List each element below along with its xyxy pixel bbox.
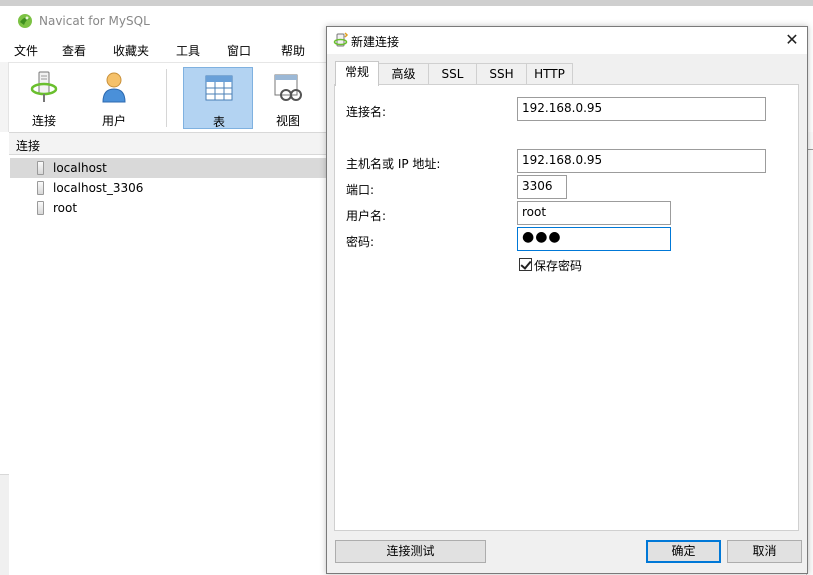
- tree-item-root[interactable]: root: [10, 198, 328, 218]
- toolbar-view-label: 视图: [275, 114, 300, 128]
- tab-ssh[interactable]: SSH: [476, 63, 527, 85]
- menu-favorites[interactable]: 收藏夹: [113, 42, 149, 59]
- password-label: 密码:: [346, 235, 375, 249]
- dialog-titlebar[interactable]: 新建连接 ✕: [327, 27, 807, 54]
- password-mask: ●●●: [522, 229, 562, 245]
- left-lower-strip: [0, 474, 9, 575]
- user-icon: [102, 72, 126, 103]
- general-tab-panel: 连接名: 192.168.0.95 主机名或 IP 地址: 192.168.0.…: [334, 84, 799, 531]
- tab-general[interactable]: 常规: [335, 61, 379, 86]
- connections-tree: localhost localhost_3306 root: [9, 156, 334, 575]
- table-icon: [205, 75, 233, 101]
- username-input[interactable]: root: [517, 201, 671, 225]
- left-edge-strip: [0, 62, 9, 132]
- window-top-strip: [0, 0, 813, 6]
- port-label: 端口:: [346, 183, 375, 197]
- close-icon[interactable]: ✕: [779, 29, 805, 51]
- menu-tools[interactable]: 工具: [176, 42, 200, 59]
- dialog-tabs: 常规 高级 SSL SSH HTTP: [335, 61, 799, 86]
- database-icon: [37, 161, 44, 175]
- app-title: Navicat for MySQL: [39, 14, 150, 28]
- menu-view[interactable]: 查看: [62, 42, 86, 59]
- host-input[interactable]: 192.168.0.95: [517, 149, 766, 173]
- host-label: 主机名或 IP 地址:: [346, 157, 441, 171]
- toolbar-user-button[interactable]: 用户: [79, 67, 149, 129]
- database-icon: [37, 201, 44, 215]
- connection-name-label: 连接名:: [346, 105, 387, 119]
- save-password-checkbox[interactable]: [519, 258, 532, 271]
- tree-item-label: localhost_3306: [53, 181, 144, 195]
- save-password-label[interactable]: 保存密码: [534, 257, 582, 274]
- main-titlebar[interactable]: Navicat for MySQL: [9, 8, 334, 36]
- toolbar-table-button[interactable]: 表: [183, 67, 253, 129]
- ok-button[interactable]: 确定: [646, 540, 721, 563]
- toolbar-table-label: 表: [212, 115, 225, 129]
- toolbar-view-button[interactable]: 视图: [253, 67, 323, 129]
- menu-window[interactable]: 窗口: [227, 42, 251, 59]
- new-connection-icon: [333, 32, 349, 47]
- cancel-button[interactable]: 取消: [727, 540, 802, 563]
- menu-bar: 文件 查看 收藏夹 工具 窗口 帮助: [9, 38, 334, 62]
- view-icon: [274, 74, 302, 101]
- tab-ssl[interactable]: SSL: [428, 63, 477, 85]
- toolbar-user-label: 用户: [101, 114, 126, 128]
- menu-help[interactable]: 帮助: [281, 42, 305, 59]
- tree-item-localhost-3306[interactable]: localhost_3306: [10, 178, 328, 198]
- tree-item-label: root: [53, 201, 78, 215]
- toolbar-separator: [166, 69, 167, 127]
- connection-name-input[interactable]: 192.168.0.95: [517, 97, 766, 121]
- new-connection-dialog: 新建连接 ✕ 常规 高级 SSL SSH HTTP 连接名: 192.168.0…: [326, 26, 808, 574]
- toolbar-connection-label: 连接: [31, 114, 56, 128]
- main-toolbar: 连接 用户 表 视图: [9, 62, 334, 132]
- dialog-title: 新建连接: [351, 35, 400, 49]
- database-icon: [37, 181, 44, 195]
- tree-item-label: localhost: [53, 161, 107, 175]
- tab-http[interactable]: HTTP: [526, 63, 573, 85]
- connection-icon: [30, 71, 58, 102]
- tab-advanced[interactable]: 高级: [378, 63, 429, 85]
- toolbar-connection-button[interactable]: 连接: [9, 67, 79, 129]
- tree-item-localhost[interactable]: localhost: [10, 158, 328, 178]
- connections-header: 连接: [9, 132, 334, 155]
- port-input[interactable]: 3306: [517, 175, 567, 199]
- menu-file[interactable]: 文件: [14, 42, 38, 59]
- connections-header-label: 连接: [16, 139, 41, 153]
- test-connection-button[interactable]: 连接测试: [335, 540, 486, 563]
- username-label: 用户名:: [346, 209, 387, 223]
- navicat-logo-icon: [18, 14, 32, 28]
- password-input[interactable]: ●●●: [517, 227, 671, 251]
